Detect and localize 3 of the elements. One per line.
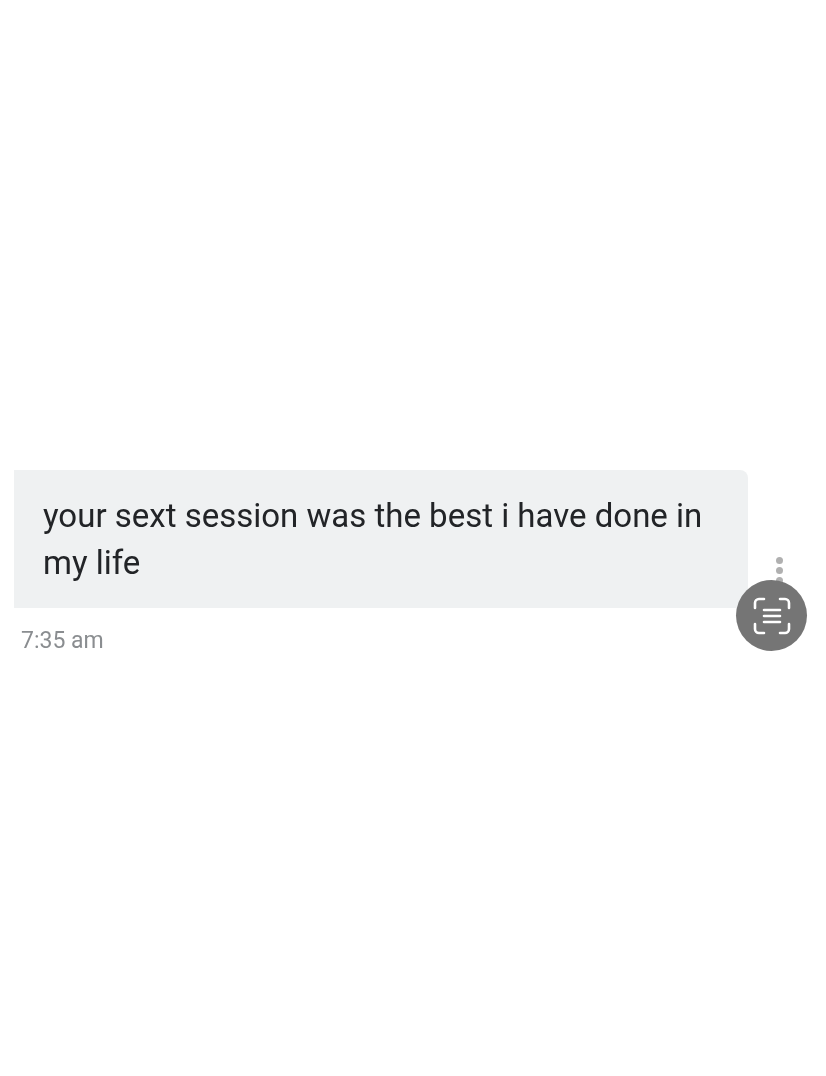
message-text: your sext session was the best i have done in my life bbox=[43, 495, 704, 584]
scan-text-icon bbox=[751, 595, 792, 636]
message-time: 7:35 am bbox=[21, 627, 104, 654]
